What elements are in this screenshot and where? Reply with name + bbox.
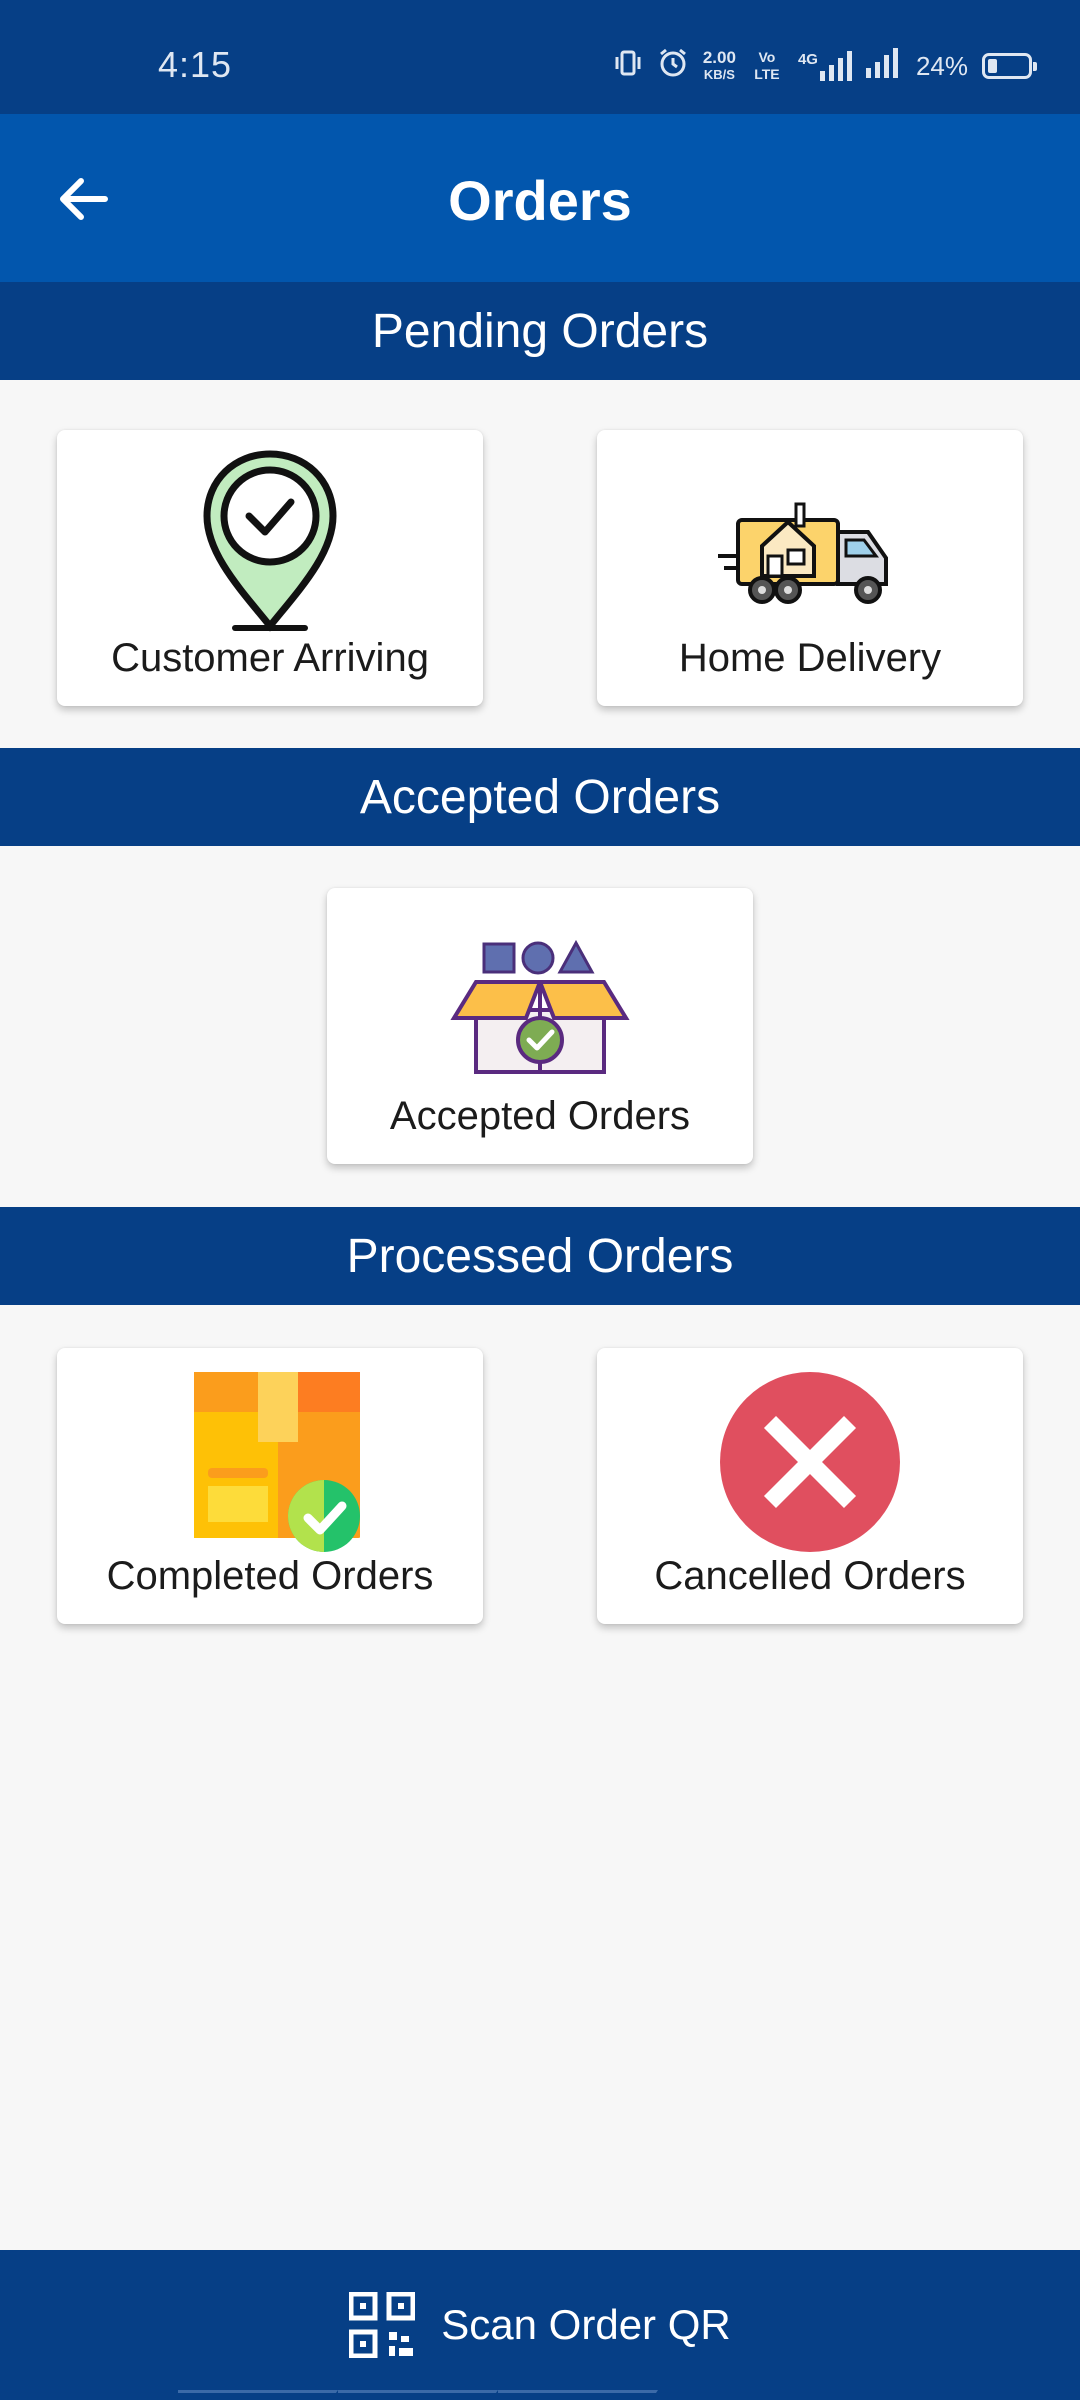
cancelled-orders-card[interactable]: Cancelled Orders — [597, 1348, 1023, 1624]
accepted-orders-card[interactable]: Accepted Orders — [327, 888, 753, 1164]
battery-percent: 24% — [915, 50, 968, 81]
card-label: Accepted Orders — [389, 1094, 691, 1138]
qr-code-icon — [349, 2292, 416, 2358]
home-delivery-card[interactable]: Home Delivery — [597, 430, 1023, 706]
volte-indicator: Vo LTE — [754, 49, 780, 82]
section-header-accepted: Accepted Orders — [0, 748, 1080, 846]
signal-icon — [865, 47, 902, 85]
signal-4g-icon: 4G — [798, 51, 852, 81]
delivery-truck-icon — [718, 502, 888, 604]
section-header-pending: Pending Orders — [0, 282, 1080, 380]
package-check-icon — [194, 1372, 360, 1552]
vibrate-icon — [613, 48, 643, 85]
cancel-circle-icon — [720, 1372, 900, 1552]
completed-orders-card[interactable]: Completed Orders — [57, 1348, 483, 1624]
alarm-icon — [657, 47, 689, 86]
scan-order-qr-label: Scan Order QR — [441, 2301, 731, 2348]
nav-handle — [178, 2390, 658, 2400]
location-check-icon — [203, 450, 337, 632]
status-time: 4:15 — [158, 44, 233, 85]
page-title: Orders — [448, 169, 632, 232]
card-label: Cancelled Orders — [654, 1554, 966, 1598]
open-box-check-icon — [450, 940, 630, 1074]
section-header-processed: Processed Orders — [0, 1207, 1080, 1305]
customer-arriving-card[interactable]: Customer Arriving — [57, 430, 483, 706]
status-icons: 2.00 KB/S Vo LTE 4G 24% — [613, 46, 1037, 86]
status-bar: 4:15 2.00 KB/S Vo LTE 4G 24% — [0, 0, 1080, 114]
card-label: Customer Arriving — [111, 636, 429, 680]
battery-level — [988, 59, 997, 73]
card-label: Completed Orders — [106, 1554, 434, 1598]
app-bar: Orders — [0, 114, 1080, 282]
battery-icon — [982, 53, 1037, 79]
card-label: Home Delivery — [678, 636, 942, 680]
scan-order-qr-button[interactable]: Scan Order QR — [0, 2250, 1080, 2400]
network-speed: 2.00 KB/S — [702, 48, 736, 82]
